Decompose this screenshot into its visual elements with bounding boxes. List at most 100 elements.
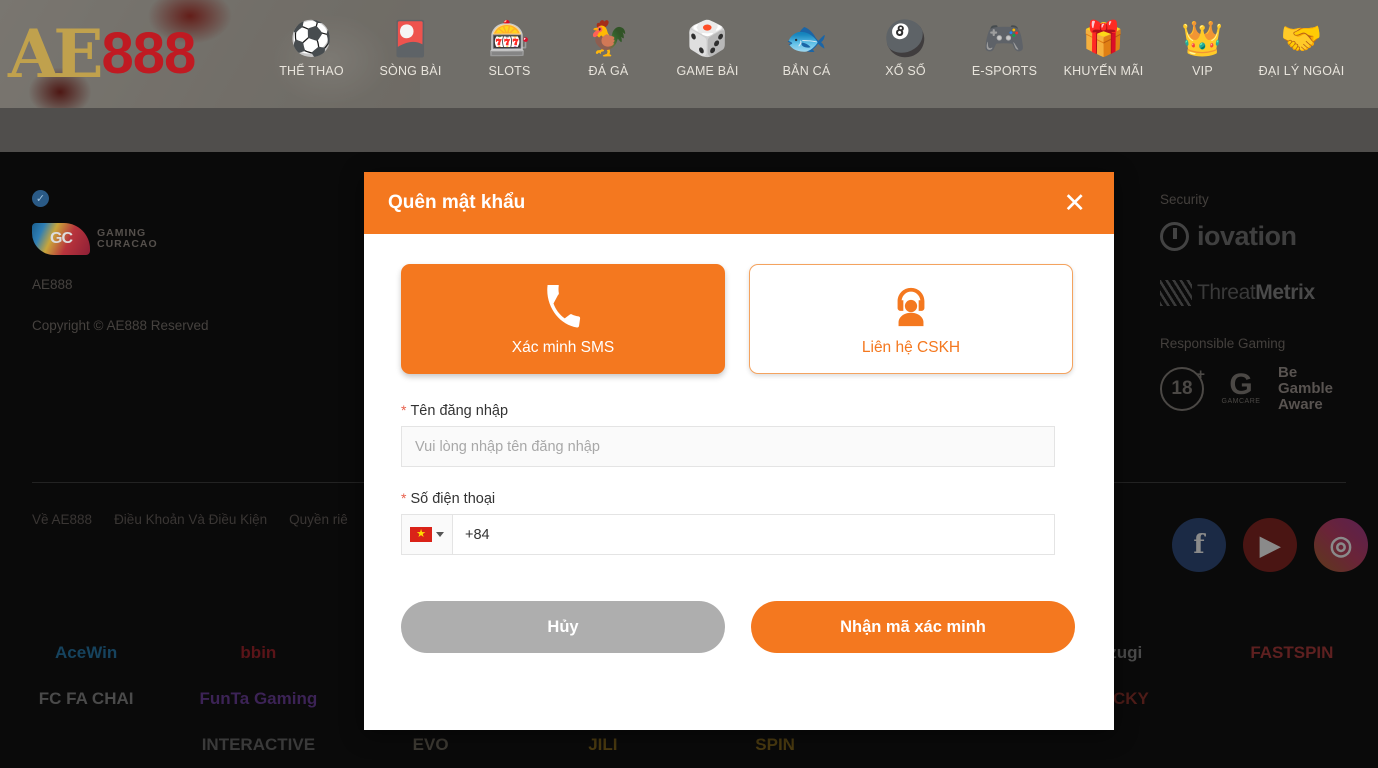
begambleaware-icon: Be Gamble Aware xyxy=(1278,365,1333,412)
recovery-method-tabs: Xác minh SMS Liên hệ CSKH xyxy=(401,264,1077,374)
partner-logo[interactable]: FASTSPIN xyxy=(1206,630,1378,676)
footer-link-2[interactable]: Quyền riê xyxy=(289,512,348,527)
footer-copyright: Copyright © AE888 Reserved xyxy=(32,318,209,333)
footer-left-column: ✓ GC GAMING CURACAO AE888 Copyright © AE… xyxy=(32,190,362,333)
vietnam-flag-icon: ★ xyxy=(410,527,432,542)
slot-machine-icon: 🎰 xyxy=(488,20,531,58)
nav-item-2[interactable]: 🎰 SLOTS xyxy=(460,6,559,102)
modal-body: Xác minh SMS Liên hệ CSKH * Tên đăng nhậ… xyxy=(364,234,1114,653)
nav-item-label: SÒNG BÀI xyxy=(379,64,442,78)
header-gray-band xyxy=(0,108,1378,152)
username-required-marker: * xyxy=(401,402,407,418)
youtube-icon[interactable]: ▶ xyxy=(1243,518,1297,572)
logo-888-text: 888 xyxy=(101,21,197,86)
facebook-icon[interactable]: f xyxy=(1172,518,1226,572)
tab-sms-label: Xác minh SMS xyxy=(511,339,615,356)
partner-logo[interactable]: bbin xyxy=(172,630,344,676)
lottery-ball-icon: 🎱 xyxy=(884,20,927,58)
tab-contact-support[interactable]: Liên hệ CSKH xyxy=(749,264,1073,374)
phone-label-text: Số điện thoại xyxy=(410,491,496,507)
partner-logo[interactable]: FC FA CHAI xyxy=(0,676,172,722)
soccer-ball-icon: ⚽ xyxy=(290,20,333,58)
username-field-label: * Tên đăng nhập xyxy=(401,402,1077,419)
nav-item-10[interactable]: 🤝 ĐẠI LÝ NGOÀI xyxy=(1252,6,1351,102)
tab-support-label: Liên hệ CSKH xyxy=(861,339,961,356)
begamble-line-1: Be xyxy=(1278,364,1298,381)
threatmetrix-logo: ThreatMetrix xyxy=(1160,280,1378,306)
iovation-text: iovation xyxy=(1197,221,1297,251)
partner-logo[interactable] xyxy=(1206,676,1378,722)
begamble-line-3: Aware xyxy=(1278,395,1323,413)
threatmetrix-text: ThreatMetrix xyxy=(1197,281,1315,305)
responsible-gaming-badges: 18 G GAMCARE Be Gamble Aware xyxy=(1160,365,1378,412)
modal-header: Quên mật khẩu ✕ xyxy=(364,172,1114,234)
footer-link-1[interactable]: Điều Khoản Và Điều Kiện xyxy=(114,512,267,527)
responsible-gaming-heading: Responsible Gaming xyxy=(1160,336,1286,351)
username-input[interactable] xyxy=(401,426,1055,467)
gaming-curacao-mark-icon: GC xyxy=(32,223,90,255)
username-label-text: Tên đăng nhập xyxy=(410,403,509,419)
modal-title: Quên mật khẩu xyxy=(388,192,526,213)
nav-item-7[interactable]: 🎮 E-SPORTS xyxy=(955,6,1054,102)
logo-ae-text: AE xyxy=(8,15,103,93)
rooster-icon: 🐓 xyxy=(587,20,630,58)
nav-item-6[interactable]: 🎱 XỔ SỐ xyxy=(856,6,955,102)
dice-icon: 🎲 xyxy=(686,20,729,58)
partner-logo[interactable] xyxy=(1206,722,1378,768)
social-links: f ▶ ◎ xyxy=(1172,518,1368,572)
nav-item-label: KHUYẾN MÃI xyxy=(1063,64,1144,78)
threatmetrix-bold-text: Metrix xyxy=(1255,281,1315,304)
recovery-form: * Tên đăng nhập * Số điện thoại ★ Hủy Nh… xyxy=(401,402,1077,653)
chevron-down-icon xyxy=(436,532,444,537)
nav-item-9[interactable]: 👑 VIP xyxy=(1153,6,1252,102)
threatmetrix-light-text: Threat xyxy=(1197,281,1256,304)
nav-item-label: VIP xyxy=(1192,64,1213,78)
main-navigation: ⚽ THỂ THAO 🎴 SÒNG BÀI 🎰 SLOTS 🐓 ĐÁ GÀ 🎲 GAME BÀI 🐟… xyxy=(262,6,1351,102)
gamcare-icon: G GAMCARE xyxy=(1220,366,1262,412)
phone-input-group: ★ xyxy=(401,514,1055,555)
cancel-button[interactable]: Hủy xyxy=(401,601,725,653)
site-logo[interactable]: AE 888 xyxy=(8,8,248,100)
gaming-curacao-license[interactable]: GC GAMING CURACAO xyxy=(32,223,362,255)
partner-logo[interactable]: INTERACTIVE xyxy=(172,722,344,768)
nav-item-label: ĐÁ GÀ xyxy=(588,64,629,78)
headset-agent-icon xyxy=(888,281,934,333)
instagram-icon[interactable]: ◎ xyxy=(1314,518,1368,572)
tab-sms-verification[interactable]: Xác minh SMS xyxy=(401,264,725,374)
gamcare-mark: G xyxy=(1229,368,1253,402)
iovation-mark-icon xyxy=(1160,222,1189,251)
handshake-icon: 🤝 xyxy=(1280,20,1323,58)
nav-item-label: ĐẠI LÝ NGOÀI xyxy=(1258,64,1345,78)
nav-item-label: THỂ THAO xyxy=(279,64,344,78)
footer-link-0[interactable]: Về AE888 xyxy=(32,512,92,527)
partner-logo[interactable]: FunTa Gaming xyxy=(172,676,344,722)
close-icon[interactable]: ✕ xyxy=(1057,188,1092,219)
live-casino-icon: 🎴 xyxy=(389,20,432,58)
crown-icon: 👑 xyxy=(1181,20,1224,58)
nav-item-0[interactable]: ⚽ THỂ THAO xyxy=(262,6,361,102)
footer-right-column: Security iovation ThreatMetrix Responsib… xyxy=(1160,192,1378,412)
gamepad-icon: 🎮 xyxy=(983,20,1026,58)
phone-field-label: * Số điện thoại xyxy=(401,490,1077,507)
country-code-select[interactable]: ★ xyxy=(401,514,452,555)
phone-icon xyxy=(541,281,585,333)
partner-logo[interactable]: AceWin xyxy=(0,630,172,676)
nav-item-1[interactable]: 🎴 SÒNG BÀI xyxy=(361,6,460,102)
verified-check-icon: ✓ xyxy=(32,190,49,207)
nav-item-3[interactable]: 🐓 ĐÁ GÀ xyxy=(559,6,658,102)
footer-links: Về AE888 Điều Khoản Và Điều Kiện Quyền riê xyxy=(32,512,348,527)
phone-number-input[interactable] xyxy=(452,514,1055,555)
footer-brand-name: AE888 xyxy=(32,277,73,292)
phone-required-marker: * xyxy=(401,490,407,506)
nav-item-4[interactable]: 🎲 GAME BÀI xyxy=(658,6,757,102)
site-header: AE 888 ⚽ THỂ THAO 🎴 SÒNG BÀI 🎰 SLOTS 🐓 ĐÁ GÀ 🎲 GA… xyxy=(0,0,1378,108)
partner-logo[interactable] xyxy=(0,722,172,768)
send-verification-code-button[interactable]: Nhận mã xác minh xyxy=(751,601,1075,653)
license-line-2: CURACAO xyxy=(97,238,158,250)
nav-item-8[interactable]: 🎁 KHUYẾN MÃI xyxy=(1054,6,1153,102)
nav-item-5[interactable]: 🐟 BẮN CÁ xyxy=(757,6,856,102)
iovation-logo: iovation xyxy=(1160,221,1378,252)
age-18-plus-icon: 18 xyxy=(1160,366,1205,411)
nav-item-label: BẮN CÁ xyxy=(782,64,831,78)
begamble-line-2: Gamble xyxy=(1278,379,1334,397)
